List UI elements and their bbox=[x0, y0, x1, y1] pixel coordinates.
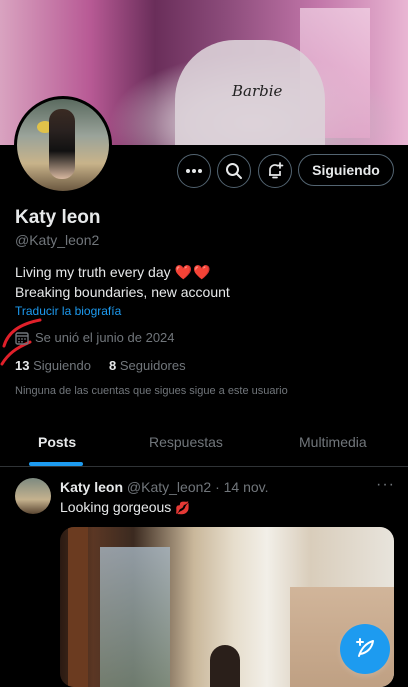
profile-handle: @Katy_leon2 bbox=[15, 232, 100, 248]
bio-line-1: Living my truth every day bbox=[15, 264, 171, 280]
media-window-glass bbox=[100, 547, 170, 687]
tweet-author[interactable]: Katy leon bbox=[60, 479, 123, 495]
mutual-followers-note: Ninguna de las cuentas que sigues sigue … bbox=[15, 385, 288, 397]
active-tab-indicator bbox=[29, 462, 83, 466]
search-button[interactable] bbox=[217, 154, 251, 188]
tab-posts[interactable]: Posts bbox=[38, 434, 76, 450]
banner-shirt-text: Barbie bbox=[232, 82, 283, 100]
tweet-avatar[interactable] bbox=[15, 478, 51, 514]
media-person bbox=[210, 645, 240, 687]
tweet-handle: @Katy_leon2 bbox=[126, 479, 212, 495]
bell-plus-icon bbox=[269, 162, 284, 179]
notifications-button[interactable] bbox=[258, 154, 292, 188]
tab-media[interactable]: Multimedia bbox=[299, 434, 367, 450]
following-link[interactable]: 13 Siguiendo bbox=[15, 358, 91, 373]
profile-bio: Living my truth every day ❤️❤️ Breaking … bbox=[15, 262, 230, 302]
joined-date: Se unió el junio de 2024 bbox=[15, 330, 175, 345]
tweet-text: Looking gorgeous 💋 bbox=[60, 499, 191, 515]
joined-text: Se unió el junio de 2024 bbox=[35, 330, 175, 345]
bio-line-2: Breaking boundaries, new account bbox=[15, 284, 230, 300]
followers-link[interactable]: 8 Seguidores bbox=[109, 358, 186, 373]
search-icon bbox=[226, 163, 242, 179]
profile-avatar[interactable] bbox=[14, 96, 112, 194]
tweet-more-button[interactable]: ··· bbox=[376, 476, 395, 494]
media-window-frame bbox=[68, 527, 88, 687]
profile-tabs: Posts Respuestas Multimedia bbox=[0, 420, 408, 467]
profile-name: Katy leon bbox=[15, 207, 101, 228]
tweet-separator: · bbox=[215, 479, 220, 495]
tab-replies[interactable]: Respuestas bbox=[149, 434, 223, 450]
tweet-date[interactable]: 14 nov. bbox=[224, 479, 269, 495]
more-options-button[interactable] bbox=[177, 154, 211, 188]
compose-post-button[interactable] bbox=[340, 624, 390, 674]
tweet-header: Katy leon @Katy_leon2 · 14 nov. bbox=[60, 479, 269, 495]
following-button[interactable]: Siguiendo bbox=[298, 154, 394, 186]
avatar-figure bbox=[49, 109, 75, 179]
heart-emoji: ❤️❤️ bbox=[174, 264, 212, 280]
calendar-icon bbox=[15, 331, 29, 345]
more-icon bbox=[186, 169, 202, 173]
follow-stats: 13 Siguiendo 8 Seguidores bbox=[15, 358, 186, 373]
compose-feather-icon bbox=[356, 638, 374, 657]
kiss-emoji: 💋 bbox=[175, 501, 191, 515]
